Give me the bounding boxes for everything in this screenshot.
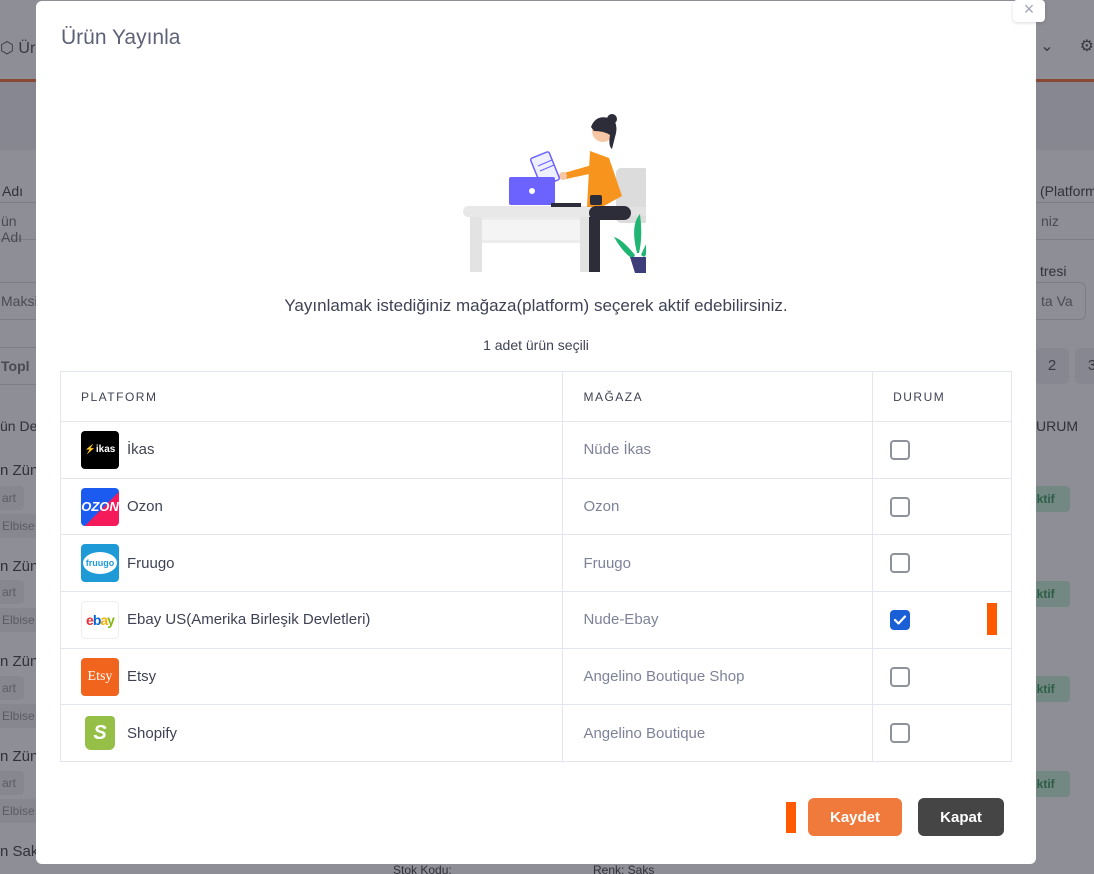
platform-name: İkas (127, 441, 155, 459)
table-row: Etsy Etsy Angelino Boutique Shop (59, 647, 1012, 706)
selected-product-count: 1 adet ürün seçili (483, 337, 589, 353)
store-name: Ozon (562, 477, 874, 536)
close-icon[interactable]: × (1013, 0, 1045, 22)
platform-column-header: PLATFORM (59, 371, 564, 422)
store-column-header: MAĞAZA (562, 371, 874, 422)
table-row: fruugo Fruugo Fruugo (59, 534, 1012, 593)
status-checkbox[interactable] (890, 723, 911, 744)
woman-at-desk-illustration (463, 114, 646, 273)
status-checkbox[interactable] (890, 609, 911, 630)
table-row: OZON Ozon Ozon (59, 477, 1012, 536)
ozon-logo-icon: OZON (81, 487, 119, 526)
platform-name: Ozon (127, 498, 163, 516)
modal-title: Ürün Yayınla (61, 26, 181, 49)
shopify-logo-icon: S (81, 714, 119, 753)
table-row: ⚡ ikas İkas Nüde İkas (59, 421, 1012, 479)
save-button[interactable]: Kaydet (808, 798, 902, 836)
etsy-logo-icon: Etsy (81, 657, 119, 696)
fruugo-logo-icon: fruugo (81, 544, 119, 583)
platform-name: Fruugo (127, 554, 175, 572)
table-row: S Shopify Angelino Boutique (59, 704, 1012, 763)
store-name: Angelino Boutique (562, 704, 874, 763)
table-row: ebay Ebay US(Amerika Birleşik Devletleri… (59, 591, 1012, 649)
ikas-logo-icon: ⚡ ikas (81, 430, 119, 469)
store-name: Angelino Boutique Shop (562, 647, 874, 706)
store-name: Fruugo (562, 534, 874, 593)
platform-table: PLATFORM MAĞAZA DURUM ⚡ ikas İkas Nüde İk… (59, 371, 1012, 763)
platform-name: Etsy (127, 668, 157, 686)
store-name: Nüde İkas (562, 421, 874, 479)
status-checkbox[interactable] (890, 496, 911, 517)
platform-name: Ebay US(Amerika Birleşik Devletleri) (127, 611, 371, 629)
status-checkbox[interactable] (890, 666, 911, 687)
ebay-logo-icon: ebay (81, 600, 119, 639)
store-name: Nude-Ebay (562, 591, 874, 649)
close-modal-button[interactable]: Kapat (918, 798, 1004, 836)
status-column-header: DURUM (872, 371, 1012, 422)
intro-text: Yayınlamak istediğiniz mağaza(platform) … (284, 296, 788, 315)
status-checkbox[interactable] (890, 439, 911, 460)
checkmark-icon (893, 615, 907, 625)
publish-product-modal: Ürün Yayınla Yayınlamak istediğiniz mağa… (36, 1, 1036, 864)
highlight-marker (786, 802, 796, 833)
table-header-row: PLATFORM MAĞAZA DURUM (59, 371, 1012, 422)
platform-name: Shopify (127, 724, 178, 742)
highlight-marker (987, 603, 998, 636)
status-checkbox[interactable] (890, 553, 911, 574)
